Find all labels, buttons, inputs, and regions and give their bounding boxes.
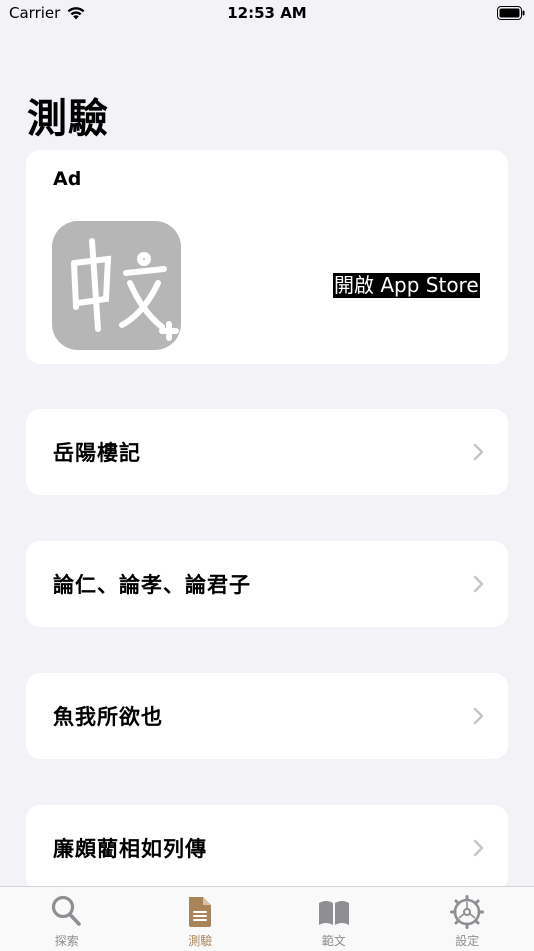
tab-texts[interactable]: 範文: [267, 887, 401, 951]
tab-label: 探索: [55, 932, 79, 949]
status-time: 12:53 AM: [0, 4, 534, 22]
gear-icon: [450, 895, 484, 929]
chevron-right-icon: [472, 443, 484, 461]
tab-bar: 探索 測驗 範文 設定: [0, 886, 534, 951]
app-icon[interactable]: [52, 221, 181, 350]
lesson-title: 論仁、論孝、論君子: [53, 541, 251, 627]
tab-label: 設定: [455, 932, 479, 949]
chevron-right-icon: [472, 575, 484, 593]
tab-label: 範文: [322, 932, 346, 949]
tab-explore[interactable]: 探索: [0, 887, 134, 951]
lesson-title: 魚我所欲也: [53, 673, 163, 759]
lesson-title: 岳陽樓記: [53, 409, 141, 495]
open-app-store-button[interactable]: 開啟 App Store: [333, 273, 480, 298]
lesson-row[interactable]: 論仁、論孝、論君子: [26, 541, 508, 627]
lesson-row[interactable]: 魚我所欲也: [26, 673, 508, 759]
search-icon: [50, 895, 84, 929]
lesson-title: 廉頗藺相如列傳: [53, 805, 207, 891]
ad-card[interactable]: Ad 開啟 App Store: [26, 150, 508, 364]
status-bar: Carrier 12:53 AM: [0, 0, 534, 28]
lesson-row[interactable]: 岳陽樓記: [26, 409, 508, 495]
ad-label: Ad: [53, 168, 81, 190]
lesson-row[interactable]: 廉頗藺相如列傳: [26, 805, 508, 891]
document-icon: [183, 895, 217, 929]
chevron-right-icon: [472, 707, 484, 725]
tab-settings[interactable]: 設定: [401, 887, 534, 951]
page-title: 測驗: [27, 86, 109, 144]
battery-icon: [497, 6, 525, 20]
chevron-right-icon: [472, 839, 484, 857]
book-icon: [317, 895, 351, 929]
tab-quiz[interactable]: 測驗: [134, 887, 268, 951]
app-logo-icon: [52, 221, 181, 350]
tab-label: 測驗: [188, 932, 212, 949]
